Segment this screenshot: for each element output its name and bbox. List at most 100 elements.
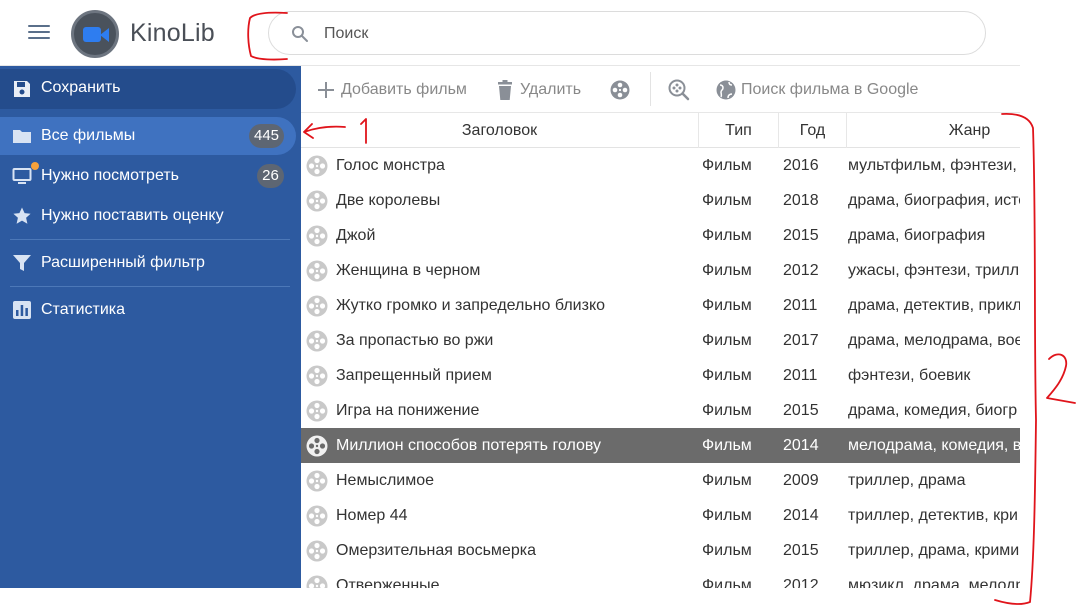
sidebar-item-watchlist[interactable]: Нужно посмотреть 26 xyxy=(0,157,296,195)
search-bar[interactable] xyxy=(268,11,986,55)
search-reel-button[interactable] xyxy=(668,78,692,102)
table-row[interactable]: Игра на понижение Фильм 2015 драма, комедия… xyxy=(301,393,1020,428)
count-badge: 26 xyxy=(257,164,284,188)
cell-title: Женщина в черном xyxy=(336,262,481,279)
cell-title: Номер 44 xyxy=(336,507,408,524)
film-search-icon xyxy=(668,79,690,101)
count-badge: 445 xyxy=(249,124,284,148)
cell-year: 2015 xyxy=(783,542,819,559)
film-reel-icon xyxy=(306,435,328,457)
cell-genre: триллер, драма, крими xyxy=(848,542,1020,559)
cell-genre: триллер, детектив, кри xyxy=(848,507,1018,524)
google-search-label: Поиск фильма в Google xyxy=(741,81,919,98)
film-reel-button[interactable] xyxy=(609,78,633,102)
table-row[interactable]: Запрещенный прием Фильм 2011 фэнтези, боеви… xyxy=(301,358,1020,393)
cell-type: Фильм xyxy=(702,542,752,559)
sidebar-item-statistics[interactable]: Статистика xyxy=(0,291,296,329)
app-header: KinoLib xyxy=(0,0,1020,66)
cell-genre: драма, мелодрама, вое xyxy=(848,332,1020,349)
column-header-type[interactable]: Тип xyxy=(699,113,779,148)
table-row[interactable]: Женщина в черном Фильм 2012 ужасы, фэнтези,… xyxy=(301,253,1020,288)
cell-year: 2016 xyxy=(783,157,819,174)
add-movie-label: Добавить фильм xyxy=(341,81,467,98)
cell-year: 2009 xyxy=(783,472,819,489)
folder-icon xyxy=(13,130,31,143)
floppy-disk-icon xyxy=(14,81,30,97)
cell-type: Фильм xyxy=(702,402,752,419)
cell-year: 2015 xyxy=(783,402,819,419)
notification-dot xyxy=(31,162,39,170)
delete-button[interactable]: Удалить xyxy=(494,78,589,102)
bar-chart-icon xyxy=(13,301,31,319)
cell-title: Игра на понижение xyxy=(336,402,480,419)
cell-genre: драма, детектив, прикл xyxy=(848,297,1020,314)
kinolib-logo-icon xyxy=(71,10,119,58)
film-reel-icon xyxy=(306,190,328,212)
cell-type: Фильм xyxy=(702,472,752,489)
cell-type: Фильм xyxy=(702,227,752,244)
cell-genre: мелодрама, комедия, в xyxy=(848,437,1020,454)
cell-title: Отверженные xyxy=(336,577,440,588)
column-header-title[interactable]: Заголовок xyxy=(301,113,699,148)
search-icon xyxy=(292,26,308,42)
table-header: Заголовок Тип Год Жанр xyxy=(301,113,1020,148)
cell-type: Фильм xyxy=(702,577,752,588)
cell-title: Запрещенный прием xyxy=(336,367,492,384)
film-reel-icon xyxy=(306,400,328,422)
table-row[interactable]: Немыслимое Фильм 2009 триллер, драма xyxy=(301,463,1020,498)
table-row[interactable]: Омерзительная восьмерка Фильм 2015 триллер,… xyxy=(301,533,1020,568)
table-row[interactable]: Джой Фильм 2015 драма, биография xyxy=(301,218,1020,253)
column-header-genre[interactable]: Жанр xyxy=(847,113,1020,148)
cell-type: Фильм xyxy=(702,437,752,454)
cell-year: 2017 xyxy=(783,332,819,349)
table-row[interactable]: Номер 44 Фильм 2014 триллер, детектив, кри xyxy=(301,498,1020,533)
film-reel-icon xyxy=(306,505,328,527)
cell-year: 2014 xyxy=(783,437,819,454)
app-title: KinoLib xyxy=(130,19,215,47)
sidebar-item-needs-rating[interactable]: Нужно поставить оценку xyxy=(0,197,296,235)
hamburger-menu-icon[interactable] xyxy=(26,22,52,44)
table-row[interactable]: Отверженные Фильм 2012 мюзикл, драма, мелод… xyxy=(301,568,1020,588)
table-row[interactable]: Голос монстра Фильм 2016 мультфильм, фэнтез… xyxy=(301,148,1020,183)
kinolib-app: KinoLib Сохранить Все фильмы 445 xyxy=(0,0,1020,588)
add-movie-button[interactable]: Добавить фильм xyxy=(315,78,480,102)
sidebar: Сохранить Все фильмы 445 Нужно посмотрет… xyxy=(0,66,301,588)
cell-year: 2014 xyxy=(783,507,819,524)
sidebar-divider xyxy=(10,239,290,240)
cell-title: Две королевы xyxy=(336,192,441,209)
cell-year: 2015 xyxy=(783,227,819,244)
cell-year: 2012 xyxy=(783,577,819,588)
cell-year: 2012 xyxy=(783,262,819,279)
film-reel-icon xyxy=(306,470,328,492)
google-search-button[interactable]: Поиск фильма в Google xyxy=(715,78,925,102)
sidebar-item-all-movies[interactable]: Все фильмы 445 xyxy=(0,117,296,155)
cell-genre: ужасы, фэнтези, трилл xyxy=(848,262,1020,279)
cell-genre: фэнтези, боевик xyxy=(848,367,971,384)
movies-table: Заголовок Тип Год Жанр Голос монстра Филь… xyxy=(301,113,1020,588)
monitor-icon xyxy=(12,168,32,184)
sidebar-item-advanced-filter[interactable]: Расширенный фильтр xyxy=(0,244,296,282)
cell-year: 2011 xyxy=(783,297,818,314)
table-row[interactable]: Две королевы Фильм 2018 драма, биография, и… xyxy=(301,183,1020,218)
cell-year: 2011 xyxy=(783,367,818,384)
toolbar: Добавить фильм Удалить Поиск фильма в Go… xyxy=(301,66,1020,113)
cell-genre: драма, биография, исто xyxy=(848,192,1020,209)
table-row[interactable]: За пропастью во ржи Фильм 2017 драма, мелод… xyxy=(301,323,1020,358)
trash-icon xyxy=(498,80,512,100)
cell-type: Фильм xyxy=(702,157,752,174)
cell-title: Омерзительная восьмерка xyxy=(336,542,536,559)
film-reel-icon xyxy=(306,575,328,588)
delete-label: Удалить xyxy=(520,81,582,98)
sidebar-divider xyxy=(10,286,290,287)
sidebar-item-label: Нужно поставить оценку xyxy=(41,207,224,224)
save-button[interactable]: Сохранить xyxy=(0,69,296,109)
table-row[interactable]: Жутко громко и запредельно близко Фильм 20… xyxy=(301,288,1020,323)
column-header-year[interactable]: Год xyxy=(779,113,847,148)
film-reel-icon xyxy=(610,80,630,100)
cell-title: Миллион способов потерять голову xyxy=(336,437,602,454)
globe-icon xyxy=(716,80,736,100)
table-row[interactable]: Миллион способов потерять голову Фильм 201… xyxy=(301,428,1020,463)
cell-type: Фильм xyxy=(702,192,752,209)
filter-funnel-icon xyxy=(13,255,31,271)
search-input[interactable] xyxy=(324,21,944,47)
